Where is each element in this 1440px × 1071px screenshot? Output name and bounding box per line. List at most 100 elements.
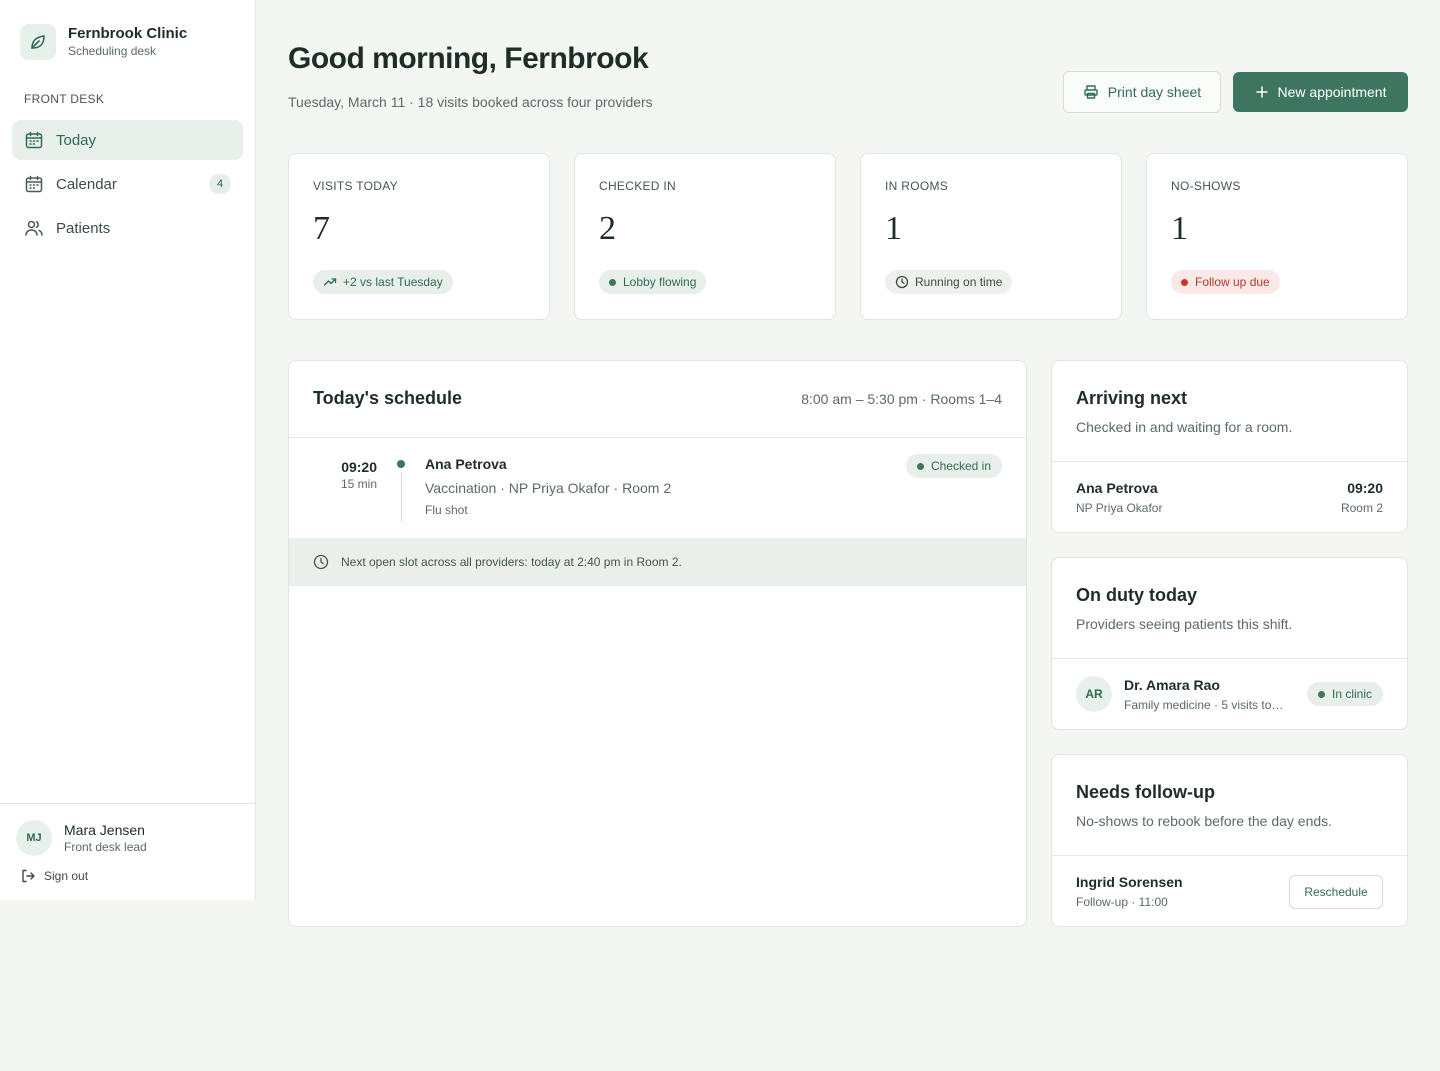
nav-heading: FRONT DESK	[24, 92, 105, 106]
stat-label: CHECKED IN	[599, 179, 677, 193]
card-subtitle: Checked in and waiting for a room.	[1076, 419, 1293, 435]
patient-name: Ana Petrova	[1076, 480, 1158, 496]
stat-label: IN ROOMS	[885, 179, 949, 193]
appointment-time: 09:20 15 min	[341, 458, 377, 492]
sidebar-item-today[interactable]: Today	[12, 120, 243, 160]
stat-card-no-shows: NO-SHOWS 1 Follow up due	[1146, 153, 1408, 320]
printer-icon	[1083, 84, 1099, 100]
reschedule-button[interactable]: Reschedule	[1289, 875, 1383, 909]
stat-pill: Running on time	[885, 270, 1013, 294]
schedule-header: Today's schedule 8:00 am – 5:30 pm · Roo…	[289, 361, 1026, 438]
sidebar-item-label: Today	[56, 131, 97, 149]
on-duty-card: On duty today Providers seeing patients …	[1051, 557, 1408, 730]
brand-name: Fernbrook Clinic	[68, 25, 188, 42]
sign-out-button[interactable]: Sign out	[20, 868, 88, 884]
page-subtitle: Tuesday, March 11 · 18 visits booked acr…	[288, 94, 653, 110]
stat-value: 1	[1171, 210, 1188, 247]
list-item[interactable]: AR Dr. Amara Rao Family medicine · 5 vis…	[1052, 659, 1407, 729]
sidebar-footer: MJ Mara Jensen Front desk lead Sign out	[0, 803, 255, 900]
status-text: In clinic	[1331, 687, 1372, 701]
card-title: Needs follow-up	[1076, 782, 1215, 802]
provider-name: NP Priya Okafor	[1076, 501, 1163, 515]
print-day-sheet-label: Print day sheet	[1107, 84, 1202, 100]
avatar: MJ	[16, 820, 52, 856]
needs-follow-up-card: Needs follow-up No-shows to rebook befor…	[1051, 754, 1408, 927]
stat-pill-text: Running on time	[915, 275, 1003, 289]
appointment-start: 09:20	[341, 459, 377, 475]
stat-pill-text: Follow up due	[1195, 275, 1270, 289]
clock-icon	[895, 275, 909, 289]
stat-card-in-rooms: IN ROOMS 1 Running on time	[860, 153, 1122, 320]
status-badge: Checked in	[905, 454, 1002, 478]
status-dot	[916, 462, 924, 470]
calendar-today-icon	[24, 130, 44, 150]
stats-row: VISITS TODAY 7 +2 vs last Tuesday CHECKE…	[288, 153, 1408, 320]
new-appointment-button[interactable]: New appointment	[1233, 72, 1408, 112]
page-title: Good morning, Fernbrook	[288, 42, 649, 75]
sidebar-item-patients[interactable]: Patients	[12, 208, 243, 248]
room-label: Room 2	[1340, 501, 1383, 515]
patient-name: Ingrid Sorensen	[1076, 874, 1183, 890]
sidebar-item-calendar[interactable]: Calendar 4	[12, 164, 243, 204]
appointment-duration: 15 min	[340, 477, 377, 491]
leaf-icon	[20, 24, 56, 60]
appointment-row[interactable]: 09:20 15 min Ana Petrova Vaccination · N…	[289, 438, 1026, 538]
appointment-note: Flu shot	[425, 503, 468, 517]
card-subtitle: Providers seeing patients this shift.	[1076, 616, 1293, 632]
sign-out-label: Sign out	[44, 869, 89, 883]
card-header: On duty today Providers seeing patients …	[1052, 558, 1407, 659]
timeline-line	[401, 472, 402, 522]
list-item[interactable]: Ana Petrova NP Priya Okafor 09:20 Room 2	[1052, 462, 1407, 532]
status-text: Checked in	[930, 459, 991, 473]
sign-out-icon	[20, 868, 36, 884]
stat-label: NO-SHOWS	[1171, 179, 1241, 193]
print-day-sheet-button[interactable]: Print day sheet	[1063, 71, 1221, 113]
plus-icon	[1255, 85, 1269, 99]
status-dot	[1317, 690, 1325, 698]
list-item: Ingrid Sorensen Follow-up · 11:00 Resche…	[1052, 856, 1407, 926]
status-dot	[609, 278, 616, 286]
appointment-patient: Ana Petrova	[425, 456, 507, 472]
stat-pill: Follow up due	[1171, 270, 1280, 294]
stat-card-visits-today: VISITS TODAY 7 +2 vs last Tuesday	[288, 153, 550, 320]
card-header: Arriving next Checked in and waiting for…	[1052, 361, 1407, 462]
stat-pill: Lobby flowing	[599, 270, 707, 294]
brand: Fernbrook Clinic Scheduling desk	[20, 24, 187, 60]
follow-up-meta: Follow-up · 11:00	[1076, 895, 1168, 909]
sidebar: Fernbrook Clinic Scheduling desk FRONT D…	[0, 0, 256, 900]
stat-label: VISITS TODAY	[313, 179, 398, 193]
trend-up-icon	[323, 275, 337, 289]
users-icon	[24, 218, 44, 238]
appointment-detail: Vaccination · NP Priya Okafor · Room 2	[425, 480, 672, 496]
user-name: Mara Jensen	[64, 822, 145, 838]
sidebar-nav: Today Calendar 4 Patients	[12, 120, 243, 252]
schedule-range: 8:00 am – 5:30 pm · Rooms 1–4	[801, 391, 1002, 407]
timeline-dot	[397, 460, 405, 468]
stat-pill: +2 vs last Tuesday	[313, 270, 453, 294]
schedule-title: Today's schedule	[313, 388, 462, 408]
stat-value: 2	[599, 210, 616, 247]
brand-subtitle: Scheduling desk	[68, 44, 157, 58]
provider-name: Dr. Amara Rao	[1124, 677, 1220, 693]
calendar-icon	[24, 174, 44, 194]
calendar-count-badge: 4	[209, 174, 231, 194]
clock-icon	[313, 554, 329, 570]
next-slot-text: Next open slot across all providers: tod…	[341, 555, 682, 569]
arriving-next-card: Arriving next Checked in and waiting for…	[1051, 360, 1408, 533]
next-slot-banner: Next open slot across all providers: tod…	[289, 538, 1026, 586]
stat-card-checked-in: CHECKED IN 2 Lobby flowing	[574, 153, 836, 320]
avatar: AR	[1076, 676, 1112, 712]
appointment-time: 09:20	[1347, 480, 1383, 496]
user-role: Front desk lead	[64, 840, 147, 854]
stat-value: 1	[885, 210, 902, 247]
card-subtitle: No-shows to rebook before the day ends.	[1076, 813, 1333, 829]
sidebar-item-label: Calendar	[56, 175, 117, 193]
stat-pill-text: +2 vs last Tuesday	[343, 275, 443, 289]
card-title: On duty today	[1076, 585, 1197, 605]
status-badge: In clinic	[1306, 682, 1383, 706]
card-title: Arriving next	[1076, 388, 1188, 408]
provider-meta: Family medicine · 5 visits today	[1124, 698, 1289, 712]
card-header: Needs follow-up No-shows to rebook befor…	[1052, 755, 1407, 856]
stat-pill-text: Lobby flowing	[623, 275, 697, 289]
current-user: MJ Mara Jensen Front desk lead	[16, 820, 147, 856]
